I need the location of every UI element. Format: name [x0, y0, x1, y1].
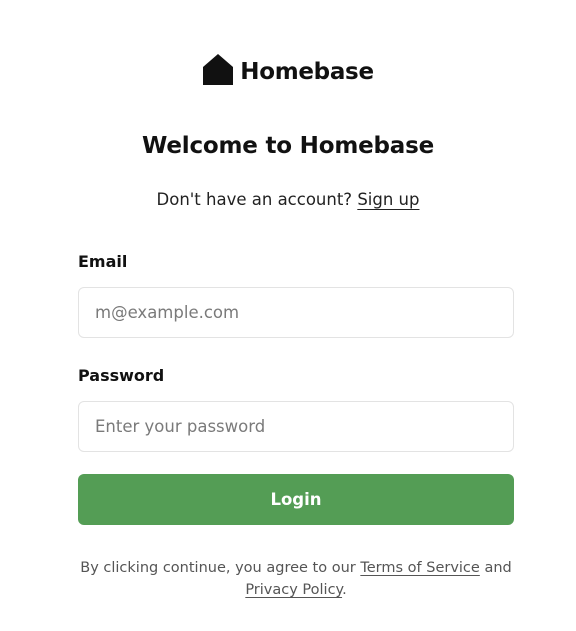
password-label: Password [78, 366, 165, 385]
legal-notice: By clicking continue, you agree to our T… [78, 557, 514, 601]
login-button[interactable]: Login [78, 474, 514, 525]
signup-prompt-text: Don't have an account? [156, 190, 353, 209]
privacy-policy-link[interactable]: Privacy Policy [245, 582, 342, 598]
brand-logo: Homebase [0, 51, 576, 87]
terms-of-service-link[interactable]: Terms of Service [360, 560, 479, 576]
legal-prefix: By clicking continue, you agree to our [80, 560, 356, 576]
legal-suffix: . [342, 582, 347, 598]
legal-conjunction: and [484, 560, 512, 576]
email-field[interactable] [78, 287, 514, 338]
page-title: Welcome to Homebase [142, 133, 434, 159]
brand-name: Homebase [240, 58, 374, 85]
email-label: Email [78, 252, 128, 271]
password-field[interactable] [78, 401, 514, 452]
signup-prompt: Don't have an account? Sign up [0, 190, 576, 209]
house-icon [203, 54, 234, 85]
signup-link[interactable]: Sign up [357, 190, 419, 209]
login-page: Homebase Welcome to Homebase Don't have … [0, 0, 576, 631]
